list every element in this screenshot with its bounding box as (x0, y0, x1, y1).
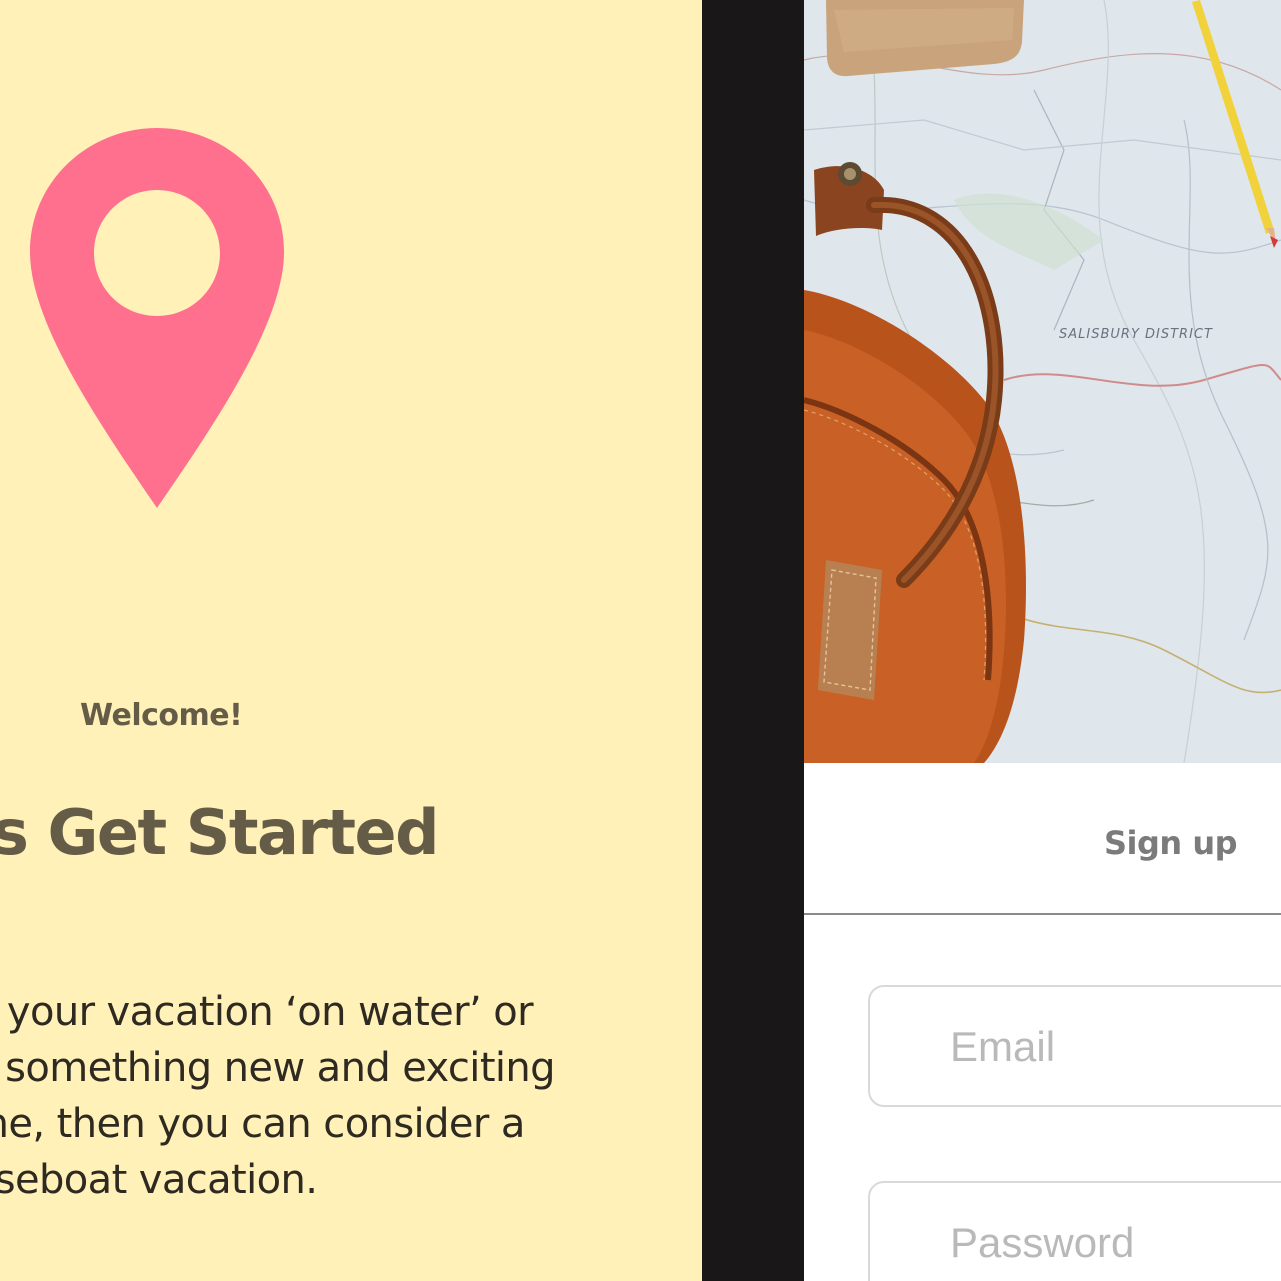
map-and-backpack-image: SALISBURY DISTRICT (804, 0, 1281, 763)
password-field[interactable] (868, 1181, 1281, 1281)
password-input[interactable] (950, 1213, 1270, 1273)
email-input[interactable] (950, 1017, 1270, 1077)
app-screens-mockup: Welcome! ’s Get Started g your vacation … (0, 0, 1281, 1281)
page-title: ’s Get Started (0, 796, 439, 869)
email-field[interactable] (868, 985, 1281, 1107)
map-district-label: SALISBURY DISTRICT (1059, 327, 1213, 342)
screen-gap (702, 0, 804, 1281)
hero-photo: SALISBURY DISTRICT (804, 0, 1281, 763)
welcome-label: Welcome! (80, 698, 243, 733)
map-pin-icon (30, 128, 284, 508)
welcome-screen: Welcome! ’s Get Started g your vacation … (0, 0, 702, 1281)
intro-paragraph: g your vacation ‘on water’ or y somethin… (0, 989, 556, 1203)
signup-title: Sign up (1104, 824, 1238, 862)
signup-screen: SALISBURY DISTRICT Sign up Email (804, 0, 1281, 1281)
header-divider (804, 913, 1281, 915)
